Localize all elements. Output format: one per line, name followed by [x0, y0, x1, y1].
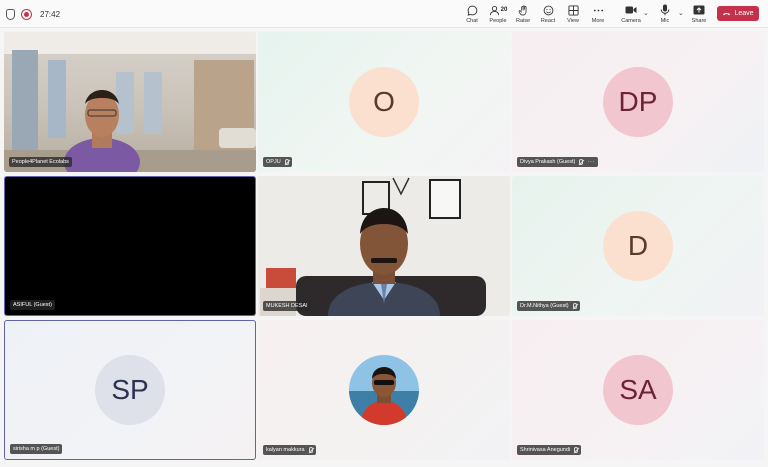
participant-name-tag: OPJU [263, 157, 292, 167]
mic-muted-icon [574, 447, 579, 453]
participant-avatar: O [349, 67, 419, 137]
ellipsis-icon [593, 9, 603, 11]
mic-muted-icon [284, 159, 289, 165]
mic-muted-icon [572, 303, 577, 309]
grid-icon [567, 4, 579, 16]
microphone-icon [660, 4, 670, 16]
participant-avatar: D [603, 211, 673, 281]
camera-icon [625, 6, 637, 14]
mic-options-chevron-icon[interactable]: ⌄ [678, 9, 684, 17]
meeting-status: 27:42 [6, 7, 60, 21]
participant-tile-divya-prakash[interactable]: DP Divya Prakash (Guest) ··· [512, 32, 764, 172]
participant-name: People4Planet Ecolabs [12, 159, 69, 165]
participant-name: sirisha m p (Guest) [13, 446, 60, 452]
more-label: More [591, 18, 605, 24]
mic-label: Mic [660, 18, 670, 24]
mic-muted-icon [308, 447, 313, 453]
meeting-toolbar: 27:42 Chat 20 People Raise React View Mo… [0, 0, 768, 28]
people-icon [489, 5, 499, 15]
participant-avatar: DP [603, 67, 673, 137]
smiley-icon [543, 5, 553, 15]
participant-name: kalyan makkura [266, 447, 305, 453]
phone-hangup-icon [723, 13, 731, 16]
shield-icon [6, 8, 15, 20]
share-label: Share [691, 18, 707, 24]
people-button[interactable]: 20 People [484, 4, 512, 26]
leave-label: Leave [734, 10, 754, 17]
participant-name-tag: Divya Prakash (Guest) ··· [517, 157, 598, 167]
leave-button[interactable]: Leave [717, 6, 759, 21]
participant-avatar: SA [603, 355, 673, 425]
more-button[interactable]: More [584, 4, 612, 26]
participant-video [4, 32, 256, 172]
participant-tile-sirisha[interactable]: SP sirisha m p (Guest) [4, 320, 256, 460]
participant-tile-shrinivasa[interactable]: SA Shrinivasa Anegundi [512, 320, 764, 460]
participant-name: Divya Prakash (Guest) [520, 159, 576, 165]
participant-name: Shrinivasa Anegundi [520, 447, 571, 453]
share-icon [693, 5, 705, 15]
camera-options-chevron-icon[interactable]: ⌄ [643, 9, 649, 17]
participant-photo-avatar [349, 355, 419, 425]
people-label: People [489, 18, 507, 24]
participant-name-tag: sirisha m p (Guest) [10, 444, 63, 454]
participant-name-tag: Shrinivasa Anegundi [517, 445, 582, 455]
participant-name-tag: ASIFUL (Guest) [10, 300, 55, 310]
participant-tile-opju[interactable]: O OPJU [258, 32, 510, 172]
participant-name: ASIFUL (Guest) [13, 302, 52, 308]
participant-name: MUKESH DESAI [266, 303, 308, 309]
participant-tile-people4planet[interactable]: People4Planet Ecolabs [4, 32, 256, 172]
participant-name-tag: kalyan makkura [263, 445, 316, 455]
hand-icon [518, 5, 526, 15]
view-label: View [567, 18, 579, 24]
mic-button[interactable]: Mic [651, 4, 679, 26]
participant-avatar: SP [95, 355, 165, 425]
participant-video [258, 176, 510, 316]
react-label: React [540, 18, 556, 24]
people-count: 20 [500, 7, 508, 13]
raise-label: Raise [515, 18, 531, 24]
camera-label: Camera [621, 18, 641, 24]
share-button[interactable]: Share [685, 4, 713, 26]
view-button[interactable]: View [559, 4, 587, 26]
recording-icon [21, 8, 32, 20]
participant-tile-mukesh-desai[interactable]: MUKESH DESAI [258, 176, 510, 316]
mic-muted-icon [579, 159, 584, 165]
participant-name: OPJU [266, 159, 281, 165]
participant-name-tag: MUKESH DESAI [263, 301, 311, 311]
more-options-icon[interactable]: ··· [587, 159, 595, 165]
chat-icon [467, 5, 477, 16]
participant-name: Dr.M.Nithya (Guest) [520, 303, 569, 309]
participant-tile-dr-nithya[interactable]: D Dr.M.Nithya (Guest) [512, 176, 764, 316]
meeting-timer: 27:42 [40, 9, 61, 19]
participant-name-tag: Dr.M.Nithya (Guest) [517, 301, 580, 311]
participant-name-tag: People4Planet Ecolabs [9, 157, 72, 167]
raise-hand-button[interactable]: Raise [509, 4, 537, 26]
react-button[interactable]: React [534, 4, 562, 26]
chat-button[interactable]: Chat [458, 4, 486, 26]
participant-tile-asiful[interactable]: ASIFUL (Guest) [4, 176, 256, 316]
participant-tile-kalyan-makkura[interactable]: kalyan makkura [258, 320, 510, 460]
chat-label: Chat [466, 18, 478, 24]
camera-button[interactable]: Camera [617, 4, 645, 26]
